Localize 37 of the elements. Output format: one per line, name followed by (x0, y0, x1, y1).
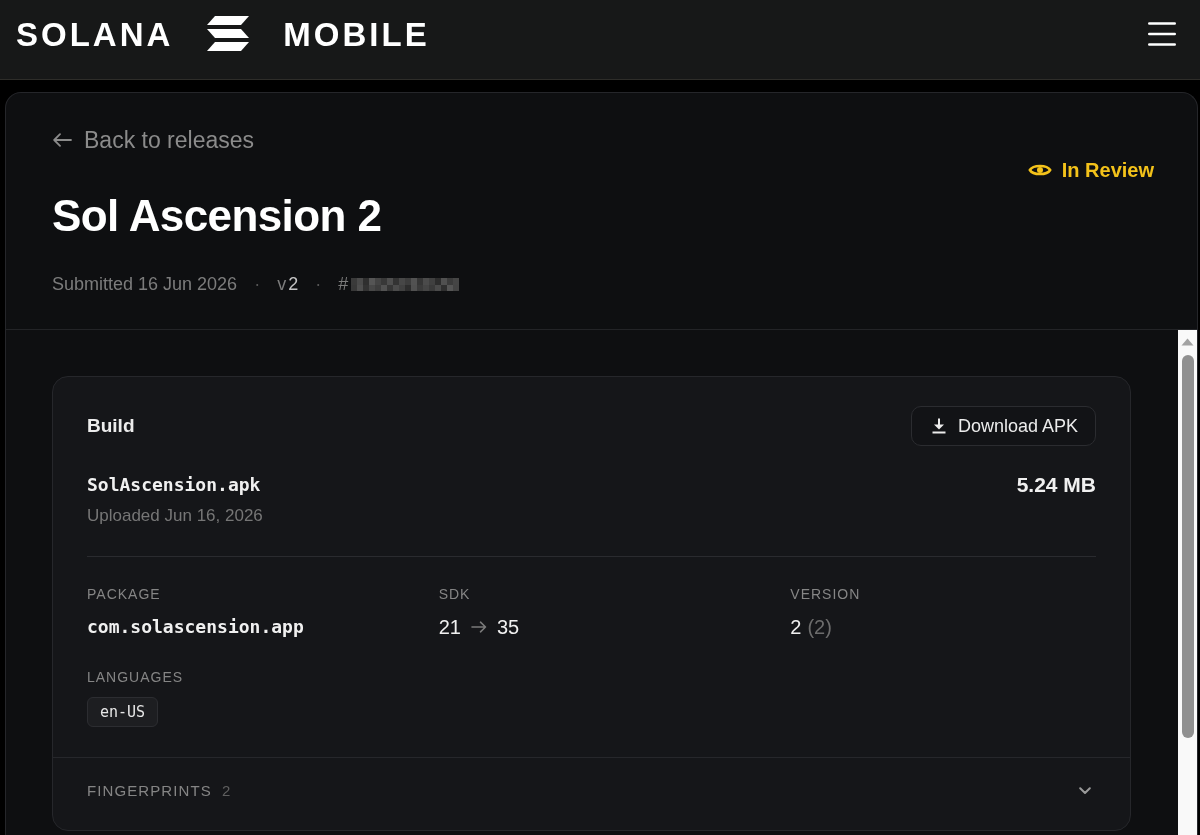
upload-date: Uploaded Jun 16, 2026 (87, 505, 263, 527)
submitted-date: Submitted 16 Jun 2026 (52, 273, 238, 296)
scrollbar-thumb[interactable] (1181, 355, 1194, 738)
download-button[interactable]: Download APK (910, 406, 1096, 446)
id-prefix: # (338, 273, 349, 296)
version-label: v2 (277, 273, 299, 296)
version-name: 2 (790, 615, 802, 640)
chevron-down-icon[interactable] (1079, 787, 1091, 795)
sdk-target: 35 (496, 615, 520, 640)
meta-separator: · (315, 273, 322, 296)
detail-label: LANGUAGES (87, 668, 184, 687)
fingerprints-count: 2 (221, 781, 231, 801)
arrow-right-icon (470, 621, 487, 633)
sdk-min: 21 (438, 615, 461, 640)
release-title: Sol Ascension 2 (52, 190, 382, 242)
meta-separator: · (254, 273, 261, 296)
package-name: com.solascension.app (87, 615, 304, 639)
logo-text: MOBILE (283, 17, 430, 51)
detail-label: SDK (438, 585, 471, 604)
download-icon (931, 418, 946, 434)
eye-icon (1027, 162, 1052, 178)
three-bars-logo-icon (207, 16, 250, 52)
scrollbar[interactable] (1178, 330, 1197, 835)
file-size: 5.24 MB (1016, 472, 1096, 498)
back-link[interactable]: Back to releases (52, 126, 255, 154)
version-code: (2) (807, 615, 832, 640)
fingerprints-label: FINGERPRINTS (87, 781, 212, 801)
logo-text: SOLANA (16, 17, 174, 51)
status-label: In Review (1061, 158, 1154, 182)
file-name: SolAscension.apk (87, 473, 261, 497)
arrow-left-icon (52, 133, 72, 147)
card-title: Build (87, 413, 135, 438)
menu-icon[interactable] (1148, 22, 1176, 46)
detail-label: VERSION (790, 585, 861, 604)
detail-label: PACKAGE (87, 585, 161, 604)
scroll-up-arrow-icon[interactable] (1181, 338, 1194, 346)
language-tag: en-US (87, 697, 159, 727)
